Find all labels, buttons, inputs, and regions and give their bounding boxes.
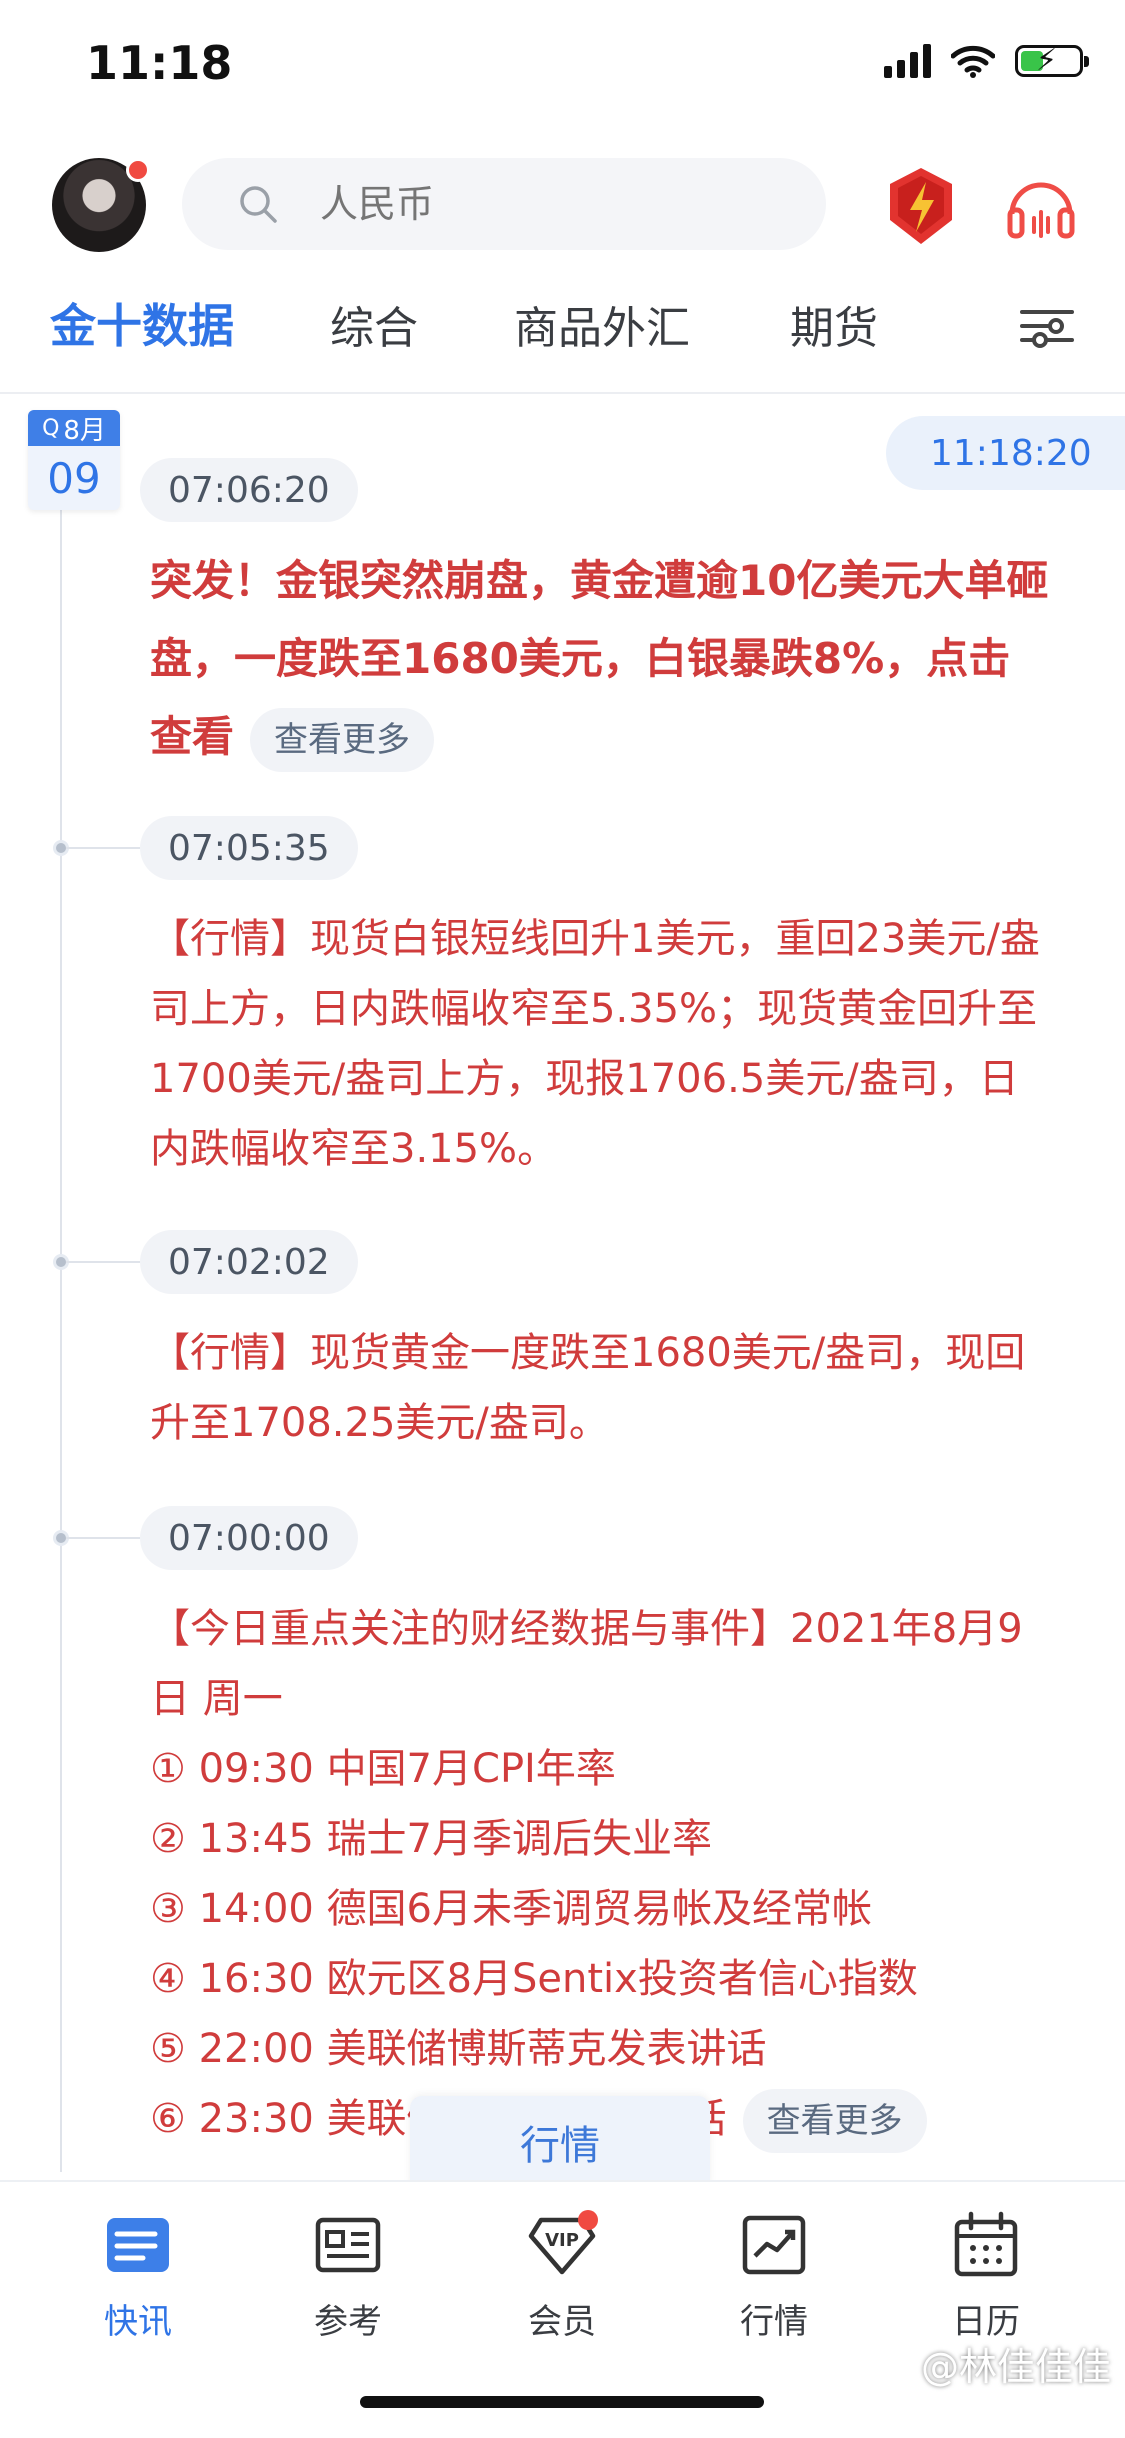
flash-news-icon[interactable] <box>884 164 958 248</box>
search-small-icon: Q <box>42 415 60 441</box>
timeline-connector <box>66 1537 140 1539</box>
nav-item-market[interactable]: 行情 <box>694 2210 854 2343</box>
market-chart-icon <box>742 2215 806 2275</box>
nav-item-vip[interactable]: VIP 会员 <box>482 2210 642 2343</box>
timeline-connector <box>66 847 140 849</box>
search-icon <box>240 186 277 223</box>
svg-text:VIP: VIP <box>545 2230 579 2251</box>
market-float-tab[interactable]: 行情 <box>410 2096 710 2188</box>
search-bar[interactable] <box>182 158 826 250</box>
battery-icon: ⚡ <box>1015 45 1089 77</box>
audio-headphones-icon[interactable] <box>1004 170 1078 242</box>
wifi-icon <box>951 45 995 78</box>
reference-icon <box>315 2217 381 2273</box>
agenda-heading: 【今日重点关注的财经数据与事件】2021年8月9日 周一 <box>150 1606 1023 1722</box>
category-tabs: 金十数据 综合 商品外汇 期货 <box>0 290 1125 390</box>
date-day: 09 <box>47 453 101 503</box>
nav-label: 参考 <box>314 2302 382 2342</box>
avatar[interactable] <box>52 158 150 252</box>
notification-dot <box>126 158 150 182</box>
tab-general[interactable]: 综合 <box>330 292 418 356</box>
status-time: 11:18 <box>86 36 233 90</box>
tabs-divider <box>0 392 1125 394</box>
news-time: 07:06:20 <box>140 458 358 522</box>
view-more-button[interactable]: 查看更多 <box>250 707 435 772</box>
tab-jin10-data[interactable]: 金十数据 <box>50 290 234 356</box>
agenda-item: ④ 16:30 欧元区8月Sentix投资者信心指数 <box>150 1956 918 2002</box>
agenda-item: ① 09:30 中国7月CPI年率 <box>150 1746 616 1792</box>
nav-item-reference[interactable]: 参考 <box>268 2210 428 2343</box>
cellular-signal-icon <box>884 44 931 78</box>
timeline-connector <box>66 1261 140 1263</box>
nav-label: 会员 <box>528 2302 596 2342</box>
news-item[interactable]: 【行情】现货白银短线回升1美元，重回23美元/盎司上方，日内跌幅收窄至5.35%… <box>150 904 1050 1184</box>
news-icon <box>107 2218 169 2272</box>
news-item[interactable]: 【行情】现货黄金一度跌至1680美元/盎司，现回升至1708.25美元/盎司。 <box>150 1318 1050 1458</box>
news-time: 07:05:35 <box>140 816 358 880</box>
filter-settings-icon[interactable] <box>1018 304 1076 348</box>
watermark: @林佳佳佳 <box>920 2345 1111 2389</box>
search-input[interactable] <box>318 181 702 227</box>
notification-dot <box>578 2210 598 2230</box>
current-time-pill[interactable]: 11:18:20 <box>886 416 1125 490</box>
news-time: 07:02:02 <box>140 1230 358 1294</box>
date-month: Q 8月 <box>28 410 120 446</box>
home-indicator[interactable] <box>360 2396 764 2408</box>
agenda-item: ⑤ 22:00 美联储博斯蒂克发表讲话 <box>150 2026 767 2072</box>
news-item-agenda[interactable]: 【今日重点关注的财经数据与事件】2021年8月9日 周一 ① 09:30 中国7… <box>150 1594 1050 2154</box>
tab-futures[interactable]: 期货 <box>790 292 878 356</box>
news-text: 【行情】现货白银短线回升1美元，重回23美元/盎司上方，日内跌幅收窄至5.35%… <box>150 916 1040 1172</box>
calendar-icon <box>954 2211 1018 2277</box>
news-time: 07:00:00 <box>140 1506 358 1570</box>
agenda-item: ② 13:45 瑞士7月季调后失业率 <box>150 1816 713 1862</box>
status-bar: 11:18 ⚡ <box>0 0 1125 140</box>
agenda-item: ③ 14:00 德国6月未季调贸易帐及经常帐 <box>150 1886 873 1932</box>
tab-commodities-forex[interactable]: 商品外汇 <box>514 292 690 356</box>
status-icons: ⚡ <box>884 44 1089 78</box>
date-picker-badge[interactable]: Q 8月 09 <box>28 410 120 510</box>
nav-label: 快讯 <box>104 2302 172 2342</box>
news-item-headline[interactable]: 突发！金银突然崩盘，黄金遭逾10亿美元大单砸盘，一度跌至1680美元，白银暴跌8… <box>150 542 1050 776</box>
news-text: 【行情】现货黄金一度跌至1680美元/盎司，现回升至1708.25美元/盎司。 <box>150 1330 1026 1446</box>
timeline-line <box>60 472 62 2172</box>
nav-item-calendar[interactable]: 日历 <box>906 2210 1066 2343</box>
view-more-button[interactable]: 查看更多 <box>742 2089 927 2153</box>
nav-label: 行情 <box>740 2302 808 2342</box>
nav-item-flash[interactable]: 快讯 <box>58 2210 218 2343</box>
